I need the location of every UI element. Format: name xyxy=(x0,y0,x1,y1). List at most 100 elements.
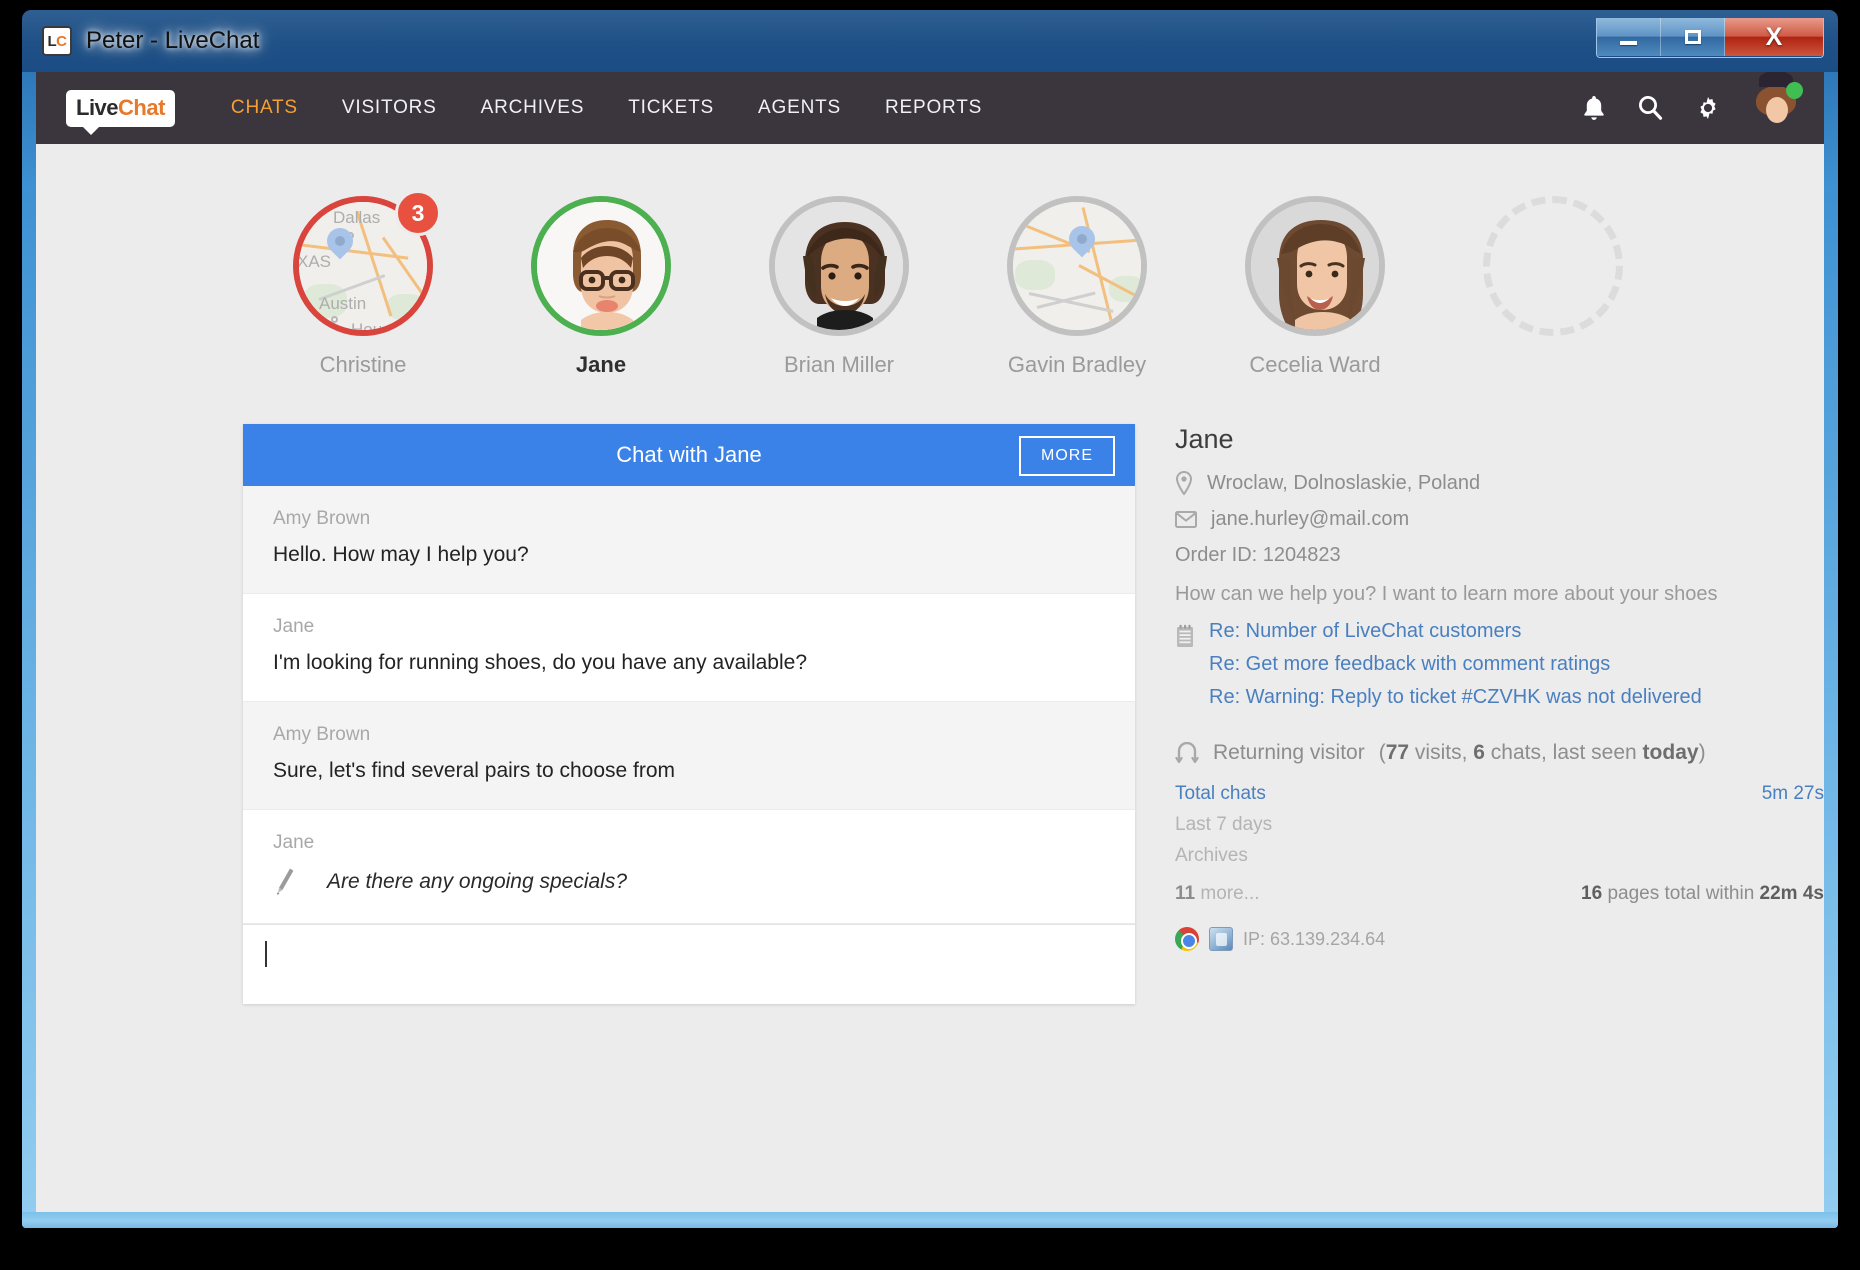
search-icon[interactable] xyxy=(1637,94,1664,122)
detail-email-text: jane.hurley@mail.com xyxy=(1211,508,1409,531)
minimize-button[interactable] xyxy=(1597,18,1661,56)
chat-message: Jane I'm looking for running shoes, do y… xyxy=(243,594,1135,702)
pages-word: pages total within xyxy=(1602,883,1759,904)
message-author: Jane xyxy=(273,832,1105,854)
total-chats-link[interactable]: Total chats xyxy=(1175,783,1266,805)
close-button[interactable]: X xyxy=(1725,18,1823,56)
ticket-link[interactable]: Re: Warning: Reply to ticket #CZVHK was … xyxy=(1209,686,1702,709)
ticket-link[interactable]: Re: Get more feedback with comment ratin… xyxy=(1209,653,1702,676)
location-pin-icon xyxy=(1175,471,1193,495)
app-icon-letter-l: L xyxy=(47,33,56,50)
map-label-austin: Austin xyxy=(319,294,366,314)
message-input[interactable] xyxy=(243,924,1135,1004)
ticket-link[interactable]: Re: Number of LiveChat customers xyxy=(1209,620,1702,643)
visitor-avatar-ring xyxy=(1007,196,1147,336)
visitor-avatar-ring xyxy=(531,196,671,336)
nav-item-chats[interactable]: CHATS xyxy=(209,89,320,127)
nav-item-agents[interactable]: AGENTS xyxy=(736,89,863,127)
window-bottom-border xyxy=(22,1212,1838,1228)
nav-item-archives[interactable]: ARCHIVES xyxy=(459,89,607,127)
detail-order-id: Order ID: 1204823 xyxy=(1175,544,1824,567)
window-title: Peter - LiveChat xyxy=(86,27,259,55)
chat-title: Chat with Jane xyxy=(616,442,762,468)
detail-prechat-question: How can we help you? I want to learn mor… xyxy=(1175,583,1824,606)
close-icon: X xyxy=(1766,25,1783,50)
returning-visitor-label: Returning visitor xyxy=(1213,741,1365,765)
visits-count: 77 xyxy=(1386,741,1409,764)
ip-address-text: IP: 63.139.234.64 xyxy=(1243,929,1385,950)
visitor-gavin-bradley[interactable]: Gavin Bradley xyxy=(958,196,1196,378)
stats-row-more: 11 more... 16 pages total within 22m 4s xyxy=(1175,883,1824,905)
visitor-empty-slot[interactable] xyxy=(1434,196,1672,378)
mac-finder-icon xyxy=(1209,927,1233,951)
returning-visitor-stats: (77 visits, 6 chats, last seen today) xyxy=(1379,741,1706,765)
map-road xyxy=(1029,292,1114,313)
message-text: Sure, let's find several pairs to choose… xyxy=(273,759,1105,783)
map-city-dot xyxy=(331,316,338,323)
chat-panel: Chat with Jane MORE Amy Brown Hello. How… xyxy=(243,424,1135,1004)
chat-message: Amy Brown Hello. How may I help you? xyxy=(243,486,1135,594)
chat-message-typing: Jane Are there any ongoing specials? xyxy=(243,810,1135,924)
window-title-bar: LC Peter - LiveChat X xyxy=(22,10,1838,72)
map-avatar xyxy=(1013,202,1141,330)
visitor-avatar-brian xyxy=(775,202,903,330)
detail-location-text: Wroclaw, Dolnoslaskie, Poland xyxy=(1207,472,1480,495)
map-park xyxy=(387,294,425,320)
more-button[interactable]: MORE xyxy=(1019,436,1115,476)
ip-address-row: IP: 63.139.234.64 xyxy=(1175,927,1824,951)
notepad-icon xyxy=(1175,624,1195,719)
main-content: Chat with Jane MORE Amy Brown Hello. How… xyxy=(36,378,1824,1004)
visitor-list: Dallas XAS Austin Hou 3 Christine xyxy=(244,144,1824,378)
last-7-days-label[interactable]: Last 7 days xyxy=(1175,814,1272,836)
empty-slot-placeholder xyxy=(1483,196,1623,336)
visitor-jane[interactable]: Jane xyxy=(482,196,720,378)
more-count-label[interactable]: 11 more... xyxy=(1175,883,1260,905)
bell-icon[interactable] xyxy=(1581,94,1607,122)
desktop-background: LC Peter - LiveChat X xyxy=(0,0,1860,1270)
top-navigation-bar: LiveChat CHATS VISITORS ARCHIVES TICKETS… xyxy=(36,72,1824,144)
map-label-houston: Hou xyxy=(351,320,382,330)
visitor-name: Christine xyxy=(320,352,407,378)
minimize-icon xyxy=(1620,41,1637,45)
pencil-icon xyxy=(273,867,295,897)
nav-item-tickets[interactable]: TICKETS xyxy=(606,89,736,127)
visitor-avatar-ring xyxy=(1245,196,1385,336)
photo-avatar xyxy=(537,202,665,330)
message-text: Are there any ongoing specials? xyxy=(327,870,627,894)
visitor-christine[interactable]: Dallas XAS Austin Hou 3 Christine xyxy=(244,196,482,378)
envelope-icon xyxy=(1175,511,1197,528)
visitor-avatar-ring xyxy=(769,196,909,336)
user-avatar[interactable] xyxy=(1752,84,1800,132)
visitor-brian-miller[interactable]: Brian Miller xyxy=(720,196,958,378)
window-right-border xyxy=(1824,72,1838,1228)
message-author: Jane xyxy=(273,616,1105,638)
visitor-avatar-ring: Dallas XAS Austin Hou 3 xyxy=(293,196,433,336)
livechat-logo[interactable]: LiveChat xyxy=(66,90,175,127)
map-park xyxy=(1015,260,1055,290)
visitor-avatar-gavin xyxy=(1013,202,1141,330)
nav-item-reports[interactable]: REPORTS xyxy=(863,89,1004,127)
map-label-texas: XAS xyxy=(299,252,331,272)
photo-avatar xyxy=(775,202,903,330)
maximize-icon xyxy=(1685,30,1701,44)
archives-label[interactable]: Archives xyxy=(1175,845,1248,867)
last-seen: today xyxy=(1643,741,1699,764)
map-road xyxy=(382,237,425,296)
gear-icon[interactable] xyxy=(1694,94,1722,122)
application-window: LC Peter - LiveChat X xyxy=(22,10,1838,1228)
logo-text-live: Live xyxy=(76,95,118,120)
chat-message: Amy Brown Sure, let's find several pairs… xyxy=(243,702,1135,810)
nav-item-visitors[interactable]: VISITORS xyxy=(320,89,459,127)
window-left-border xyxy=(22,72,36,1228)
visitor-avatar-cecelia xyxy=(1251,202,1379,330)
ticket-links-section: Re: Number of LiveChat customers Re: Get… xyxy=(1175,620,1824,719)
unread-badge: 3 xyxy=(395,190,441,236)
detail-visitor-name: Jane xyxy=(1175,424,1824,455)
window-controls: X xyxy=(1596,18,1824,58)
return-arrow-icon xyxy=(1175,742,1199,764)
visitor-cecelia-ward[interactable]: Cecelia Ward xyxy=(1196,196,1434,378)
logo-text-chat: Chat xyxy=(118,95,165,120)
maximize-button[interactable] xyxy=(1661,18,1725,56)
stats-row-total-chats: Total chats 5m 27s xyxy=(1175,783,1824,805)
pages-total-label: 16 pages total within 22m 4s xyxy=(1581,883,1824,905)
